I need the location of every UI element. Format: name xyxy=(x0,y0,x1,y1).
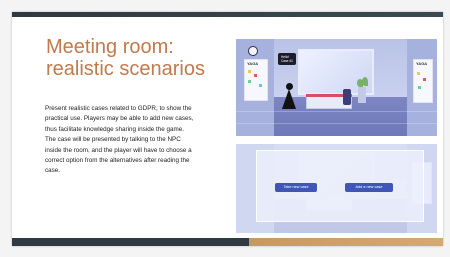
body-line: Present realistic cases related to GDPR,… xyxy=(45,105,192,112)
npc-bubble-line: Case #1 xyxy=(281,59,293,63)
sticky-note xyxy=(418,86,421,89)
whiteboard-text: YAGA xyxy=(247,61,259,66)
case-dialog: Take new case Add a new case xyxy=(256,150,424,222)
sticky-note xyxy=(417,72,420,75)
clock-icon xyxy=(248,46,258,56)
npc-character[interactable] xyxy=(282,89,296,109)
body-line: practical use. Players may be able to ad… xyxy=(45,115,194,123)
floor-line xyxy=(236,123,437,124)
body-line: thus facilitate knowledge sharing inside… xyxy=(45,125,184,133)
sticky-note xyxy=(259,84,262,87)
plant-icon xyxy=(362,77,368,86)
slide-top-accent-bar xyxy=(12,12,443,17)
right-board-text: YAGA xyxy=(416,61,428,66)
body-line: case. xyxy=(45,167,61,175)
slide-title: Meeting room: realistic scenarios xyxy=(46,36,226,80)
take-new-case-button[interactable]: Take new case xyxy=(275,183,317,192)
floor-line xyxy=(236,111,437,112)
body-line: correct option from the alternatives aft… xyxy=(45,157,190,165)
slide-body-text: Present realistic cases related to GDPR,… xyxy=(45,104,231,177)
meeting-room-scene: YAGA Hello! Case #1 YAGA xyxy=(236,39,437,136)
plant-pot xyxy=(358,87,366,103)
sticky-note xyxy=(248,70,251,73)
case-dialog-scene: Take new case Add a new case xyxy=(236,144,437,233)
slide-title-line: realistic scenarios xyxy=(46,58,205,80)
body-line: inside the room, and the player will hav… xyxy=(45,146,192,154)
slide-bottom-accent-bar xyxy=(12,238,443,246)
sticky-note xyxy=(248,80,251,83)
sticky-note xyxy=(423,78,426,81)
npc-speech-bubble: Hello! Case #1 xyxy=(278,53,296,65)
add-new-case-button[interactable]: Add a new case xyxy=(345,183,393,192)
body-line: The case will be presented by talking to… xyxy=(45,136,181,144)
office-chair xyxy=(343,89,351,105)
sticky-note xyxy=(254,74,257,77)
slide-title-line: Meeting room: xyxy=(46,36,174,58)
